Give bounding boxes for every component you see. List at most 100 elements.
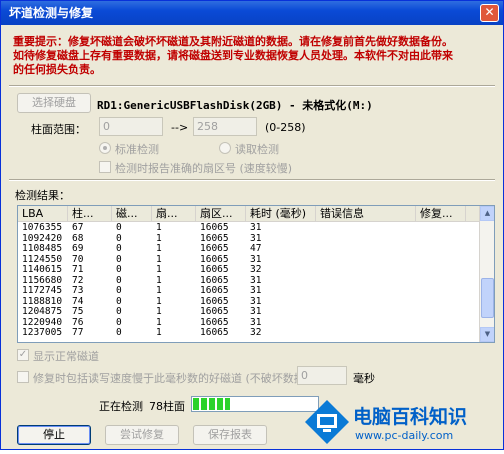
range-label: 柱面范围：	[31, 123, 86, 136]
col-error[interactable]: 错误信息	[316, 206, 416, 222]
dialog-window: 坏道检测与修复 ✕ 重要提示：修复坏磁道会破坏坏磁道及其附近磁道的数据。请在修复…	[0, 0, 504, 450]
close-button[interactable]: ✕	[480, 4, 499, 22]
table-cell: 31	[250, 306, 262, 317]
read-check-label: 读取检测	[235, 143, 279, 156]
table-row[interactable]: 1188810 74 0 1 16065 31	[18, 296, 480, 308]
results-label: 检测结果：	[15, 189, 70, 202]
range-arrow: -->	[171, 121, 189, 134]
table-cell: 1	[156, 306, 162, 317]
table-cell: 73	[72, 285, 84, 296]
scroll-thumb[interactable]	[481, 278, 494, 318]
table-row[interactable]: 1237005 77 0 1 16065 32	[18, 327, 480, 339]
results-header: LBA 柱... 磁... 扇... 扇区... 耗时 (毫秒) 错误信息 修复…	[18, 206, 480, 222]
table-row[interactable]: 1076355 67 0 1 16065 31	[18, 222, 480, 234]
status-cylinder: 78柱面	[149, 400, 185, 413]
disk-name: RD1:GenericUSBFlashDisk(2GB) - 未格式化(M:)	[97, 99, 373, 112]
table-cell: 16065	[200, 327, 229, 338]
col-head[interactable]: 磁...	[112, 206, 152, 222]
table-row[interactable]: 1092420 68 0 1 16065 31	[18, 233, 480, 245]
table-row[interactable]: 1140615 71 0 1 16065 32	[18, 264, 480, 276]
table-cell: 75	[72, 306, 84, 317]
table-cell: 16065	[200, 243, 229, 254]
try-repair-button[interactable]: 尝试修复	[105, 425, 179, 445]
divider	[9, 179, 495, 181]
repair-slow-unit: 毫秒	[353, 372, 375, 385]
table-cell: 32	[250, 264, 262, 275]
col-sector[interactable]: 扇...	[152, 206, 196, 222]
standard-check-label: 标准检测	[115, 143, 159, 156]
warning-text: 重要提示：修复坏磁道会破坏坏磁道及其附近磁道的数据。请在修复前首先做好数据备份。…	[13, 35, 493, 77]
table-cell: 1140615	[22, 264, 63, 275]
table-row[interactable]: 1156680 72 0 1 16065 31	[18, 275, 480, 287]
range-to-field[interactable]: 258	[193, 117, 257, 136]
warning-line-1: 重要提示：修复坏磁道会破坏坏磁道及其附近磁道的数据。请在修复前首先做好数据备份。	[13, 35, 453, 48]
scroll-up-arrow[interactable]: ▲	[480, 206, 494, 221]
read-check-radio[interactable]	[219, 142, 231, 154]
progress-fill	[193, 398, 231, 410]
window-title: 坏道检测与修复	[9, 6, 94, 20]
table-cell: 1	[156, 222, 162, 233]
scan-progress-bar	[191, 396, 319, 412]
table-cell: 16065	[200, 264, 229, 275]
table-cell: 0	[116, 285, 122, 296]
table-cell: 0	[116, 264, 122, 275]
table-cell: 0	[116, 222, 122, 233]
show-normal-checkbox[interactable]: ✓	[17, 349, 29, 361]
table-cell: 69	[72, 243, 84, 254]
table-cell: 1237005	[22, 327, 63, 338]
table-cell: 31	[250, 222, 262, 233]
table-cell: 0	[116, 327, 122, 338]
scroll-down-arrow[interactable]: ▼	[480, 327, 494, 342]
table-cell: 1	[156, 264, 162, 275]
results-rows: 1076355 67 0 1 16065 31 1092420 68 0 1 16065 31 1108…	[18, 222, 480, 339]
table-row[interactable]: 1172745 73 0 1 16065 31	[18, 285, 480, 297]
standard-check-radio[interactable]	[99, 142, 111, 154]
col-sectors[interactable]: 扇区...	[196, 206, 246, 222]
table-cell: 1	[156, 285, 162, 296]
show-normal-label: 显示正常磁道	[33, 350, 99, 363]
col-cylinder[interactable]: 柱...	[68, 206, 112, 222]
watermark-url: www.pc-daily.com	[355, 429, 454, 442]
table-cell: 31	[250, 285, 262, 296]
col-time[interactable]: 耗时 (毫秒)	[246, 206, 316, 222]
table-cell: 77	[72, 327, 84, 338]
table-row[interactable]: 1124550 70 0 1 16065 31	[18, 254, 480, 266]
repair-slow-label: 修复时包括读写速度慢于此毫秒数的好磁道 (不破坏数据)：	[33, 372, 321, 385]
col-repair[interactable]: 修复...	[416, 206, 466, 222]
table-row[interactable]: 1220940 76 0 1 16065 31	[18, 317, 480, 329]
table-cell: 0	[116, 306, 122, 317]
status-text: 正在检测	[99, 400, 143, 413]
warning-line-2: 如待修复磁盘上存有重要数据，请将磁盘送到专业数据恢复人员处理。本软件不对由此带来	[13, 49, 453, 62]
range-hint: (0-258)	[265, 121, 306, 134]
watermark-logo: 电脑百科知识 www.pc-daily.com	[301, 396, 504, 451]
table-cell: 0	[116, 243, 122, 254]
table-cell: 32	[250, 327, 262, 338]
report-sector-label: 检测时报告准确的扇区号 (速度较慢)	[115, 162, 293, 175]
table-cell: 16065	[200, 222, 229, 233]
table-cell: 47	[250, 243, 262, 254]
table-cell: 1	[156, 327, 162, 338]
save-report-button[interactable]: 保存报表	[193, 425, 267, 445]
stop-button[interactable]: 停止	[17, 425, 91, 445]
table-cell: 71	[72, 264, 84, 275]
table-cell: 1204875	[22, 306, 63, 317]
table-cell: 1	[156, 243, 162, 254]
table-cell: 1172745	[22, 285, 63, 296]
table-row[interactable]: 1204875 75 0 1 16065 31	[18, 306, 480, 318]
select-disk-button[interactable]: 选择硬盘	[17, 93, 91, 113]
repair-slow-field[interactable]: 0	[297, 366, 347, 385]
table-row[interactable]: 1108485 69 0 1 16065 47	[18, 243, 480, 255]
report-sector-checkbox[interactable]	[99, 161, 111, 173]
results-scrollbar[interactable]: ▲ ▼	[479, 206, 494, 342]
table-cell: 1076355	[22, 222, 63, 233]
results-table[interactable]: LBA 柱... 磁... 扇... 扇区... 耗时 (毫秒) 错误信息 修复…	[17, 205, 495, 343]
repair-slow-checkbox[interactable]	[17, 371, 29, 383]
title-bar[interactable]: 坏道检测与修复 ✕	[1, 1, 503, 25]
table-cell: 67	[72, 222, 84, 233]
divider	[9, 85, 495, 87]
watermark-brand: 电脑百科知识	[353, 406, 468, 428]
table-cell: 16065	[200, 306, 229, 317]
table-cell: 16065	[200, 285, 229, 296]
col-lba[interactable]: LBA	[18, 206, 68, 222]
range-from-field[interactable]: 0	[99, 117, 163, 136]
